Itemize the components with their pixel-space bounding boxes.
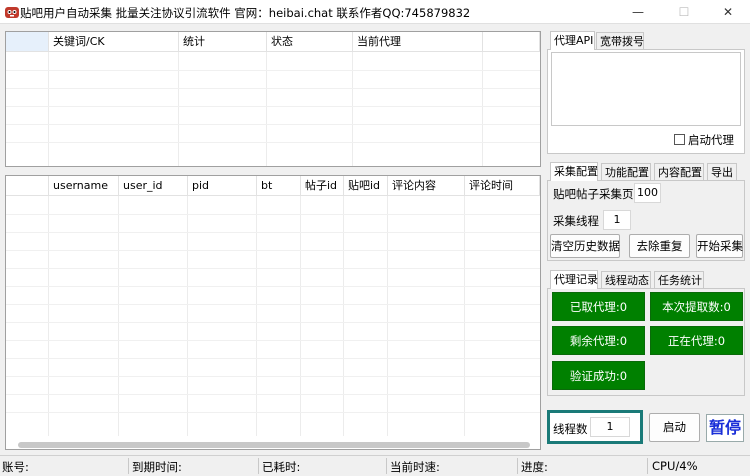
collect-threads-input[interactable]: 1 (603, 210, 631, 230)
auto-proxy-label: 启动代理 (688, 133, 734, 147)
dedupe-button[interactable]: 去除重复 (629, 234, 690, 258)
tab-function-config[interactable]: 功能配置 (601, 163, 651, 181)
tab-proxy-records[interactable]: 代理记录 (550, 270, 598, 289)
clear-history-button[interactable]: 清空历史数据 (550, 234, 620, 258)
thread-count-group: 线程数 1 (547, 410, 643, 444)
grid-header-current-proxy[interactable]: 当前代理 (353, 32, 483, 52)
grid-line (6, 250, 540, 251)
verified-proxy-stat: 验证成功:0 (552, 361, 645, 390)
tab-proxy-api[interactable]: 代理API (550, 31, 595, 50)
results-grid[interactable]: username user_id pid bt 帖子id 贴吧id 评论内容 评… (5, 175, 541, 450)
close-button[interactable]: ✕ (706, 0, 750, 24)
horizontal-scrollbar[interactable] (18, 442, 530, 448)
proxy-api-textarea[interactable] (551, 52, 741, 126)
grid-header-stats[interactable]: 统计 (179, 32, 267, 52)
grid-header-status[interactable]: 状态 (267, 32, 353, 52)
grid-header-row-selector[interactable] (6, 32, 49, 52)
grid-line (6, 70, 540, 71)
grid-line (6, 286, 540, 287)
grid-line (6, 412, 540, 413)
tab-export[interactable]: 导出 (707, 163, 737, 181)
grid-header-keyword[interactable]: 关键词/CK (49, 32, 179, 52)
grid-header-bar-id[interactable]: 贴吧id (344, 176, 388, 196)
tab-task-stats[interactable]: 任务统计 (654, 271, 704, 289)
grid-header-comment-time[interactable]: 评论时间 (465, 176, 540, 196)
grid-header-post-id[interactable]: 帖子id (301, 176, 344, 196)
cpu-label: CPU/4% (652, 459, 698, 473)
status-separator (258, 458, 259, 474)
account-label: 账号: (2, 460, 29, 474)
remaining-proxy-stat: 剩余代理:0 (552, 326, 645, 355)
threads-label: 采集线程 (553, 214, 599, 228)
grid-header-user-id[interactable]: user_id (119, 176, 188, 196)
grid-line (6, 88, 540, 89)
grid-header-username[interactable]: username (49, 176, 119, 196)
title-bar: 贴吧用户自动采集 批量关注协议引流软件 官网：heibai.chat 联系作者Q… (0, 0, 750, 24)
grid-line (6, 376, 540, 377)
thread-count-input[interactable]: 1 (590, 417, 630, 437)
grid-line (6, 340, 540, 341)
this-fetch-stat: 本次提取数:0 (650, 292, 743, 321)
tab-collect-config[interactable]: 采集配置 (550, 162, 598, 181)
grid-header-bt[interactable]: bt (257, 176, 301, 196)
status-separator (386, 458, 387, 474)
keyword-grid[interactable]: 关键词/CK 统计 状态 当前代理 (5, 31, 541, 167)
auto-proxy-checkbox[interactable] (674, 134, 685, 145)
grid-header-blank[interactable] (483, 32, 540, 52)
grid-header-pid[interactable]: pid (188, 176, 257, 196)
pages-input[interactable]: 100 (634, 183, 661, 203)
grid-line (6, 394, 540, 395)
tab-thread-activity[interactable]: 线程动态 (601, 271, 651, 289)
elapsed-label: 已耗时: (262, 460, 301, 474)
grid-header-row-selector[interactable] (6, 176, 49, 196)
tab-content-config[interactable]: 内容配置 (654, 163, 704, 181)
grid-line (6, 322, 540, 323)
grid-line (6, 106, 540, 107)
window-title: 贴吧用户自动采集 批量关注协议引流软件 官网：heibai.chat 联系作者Q… (20, 6, 471, 20)
status-separator (647, 458, 648, 474)
minimize-button[interactable]: — (616, 0, 660, 24)
thread-count-label: 线程数 (553, 422, 588, 436)
start-button[interactable]: 启动 (649, 413, 700, 442)
progress-label: 进度: (521, 460, 548, 474)
tab-broadband-dial[interactable]: 宽带拨号 (596, 32, 644, 50)
pause-button[interactable]: 暂停 (706, 414, 744, 442)
grid-header-comment-content[interactable]: 评论内容 (388, 176, 465, 196)
grid-line (6, 358, 540, 359)
status-separator (517, 458, 518, 474)
grid-line (6, 304, 540, 305)
grid-line (6, 124, 540, 125)
grid-line (6, 142, 540, 143)
expire-label: 到期时间: (132, 460, 182, 474)
grid-line (6, 214, 540, 215)
start-collect-button[interactable]: 开始采集 (696, 234, 743, 258)
pages-label: 贴吧帖子采集页 (553, 187, 634, 201)
app-icon (5, 7, 19, 18)
speed-label: 当前时速: (390, 460, 440, 474)
status-separator (128, 458, 129, 474)
status-bar: 账号: 到期时间: 已耗时: 当前时速: 进度: CPU/4% (0, 455, 750, 476)
grid-line (6, 232, 540, 233)
fetched-proxy-stat: 已取代理:0 (552, 292, 645, 321)
grid-line (6, 268, 540, 269)
in-use-proxy-stat: 正在代理:0 (650, 326, 743, 355)
maximize-button[interactable]: ☐ (662, 0, 706, 24)
